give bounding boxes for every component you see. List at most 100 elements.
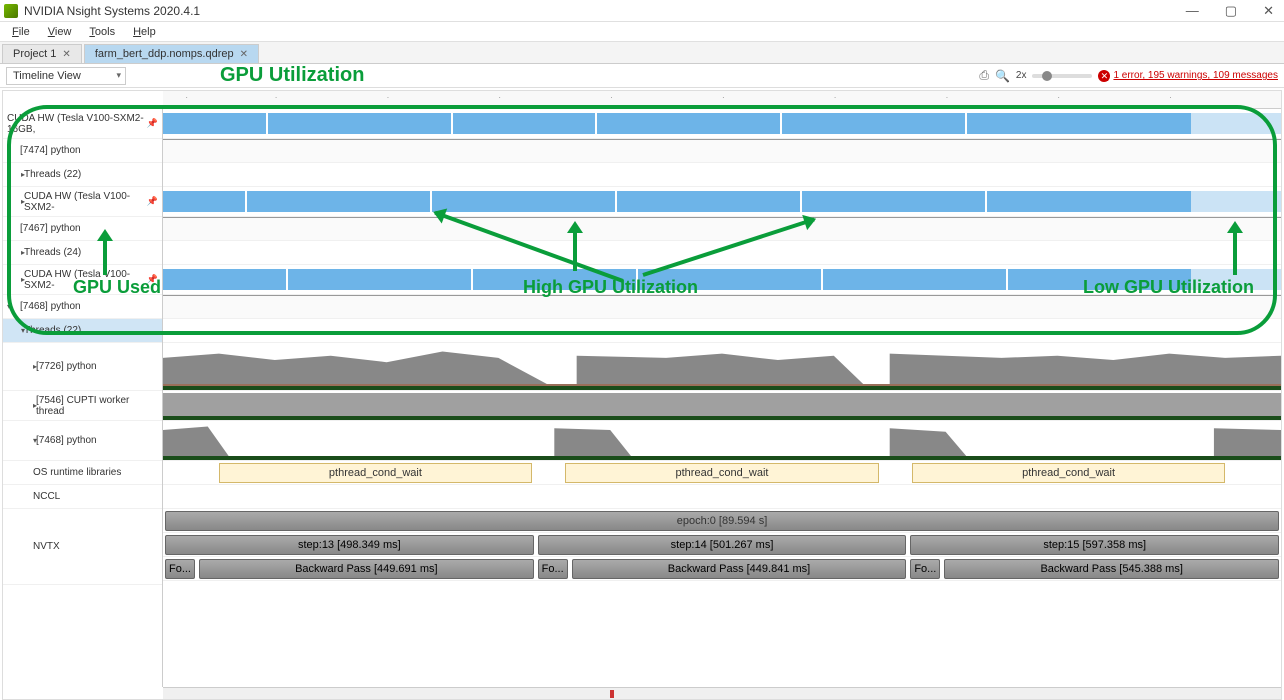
menu-tools[interactable]: Tools bbox=[81, 24, 123, 40]
row-cuda-hw-0[interactable]: CUDA HW (Tesla V100-SXM2-16GB,📌 bbox=[3, 109, 162, 139]
track-band bbox=[163, 386, 1281, 390]
nvidia-logo-icon bbox=[4, 4, 18, 18]
row-cuda-hw-2[interactable]: ▸CUDA HW (Tesla V100-SXM2-📌 bbox=[3, 265, 162, 295]
chevron-down-icon: ▾ bbox=[7, 436, 33, 445]
row-threads-24[interactable]: ▸Threads (24) bbox=[3, 241, 162, 265]
menu-help[interactable]: Help bbox=[125, 24, 164, 40]
gpu-utilization-band bbox=[163, 269, 1191, 290]
row-threads-22b[interactable]: ▾Threads (22) bbox=[3, 319, 162, 343]
zoom-label: 2x bbox=[1016, 70, 1027, 81]
row-threads-22[interactable]: ▸Threads (22) bbox=[3, 163, 162, 187]
window-controls: — ▢ ✕ bbox=[1180, 3, 1280, 19]
gpu-low-band bbox=[1191, 191, 1281, 212]
track-cuda-hw-2[interactable] bbox=[163, 265, 1281, 295]
chevron-right-icon: ▸ bbox=[7, 170, 21, 179]
track-nvtx-epoch[interactable]: epoch:0 [89.594 s] bbox=[163, 509, 1281, 533]
pin-icon[interactable]: 📌 bbox=[147, 196, 158, 207]
row-proc-7726[interactable]: ▸[7726] python bbox=[3, 343, 162, 391]
row-os-runtime[interactable]: OS runtime libraries bbox=[3, 461, 162, 485]
pthread-block[interactable]: pthread_cond_wait bbox=[219, 463, 532, 483]
track-os-runtime[interactable]: pthread_cond_wait pthread_cond_wait pthr… bbox=[163, 461, 1281, 485]
chevron-right-icon: ▸ bbox=[7, 248, 21, 257]
annotation-arrow bbox=[103, 239, 107, 275]
menu-file[interactable]: File bbox=[4, 24, 38, 40]
chevron-right-icon: ▸ bbox=[7, 275, 21, 284]
row-proc-7468b[interactable]: ▾[7468] python bbox=[3, 421, 162, 461]
track-nvtx-pass[interactable]: Fo... Backward Pass [449.691 ms] Fo... B… bbox=[163, 557, 1281, 581]
track-band bbox=[163, 416, 1281, 420]
tab-project[interactable]: Project 1 ✕ bbox=[2, 44, 82, 63]
track-proc-7468b[interactable] bbox=[163, 421, 1281, 461]
horizontal-scrollbar[interactable] bbox=[163, 687, 1281, 699]
track-proc-7474[interactable] bbox=[163, 139, 1281, 163]
track-proc-7726[interactable] bbox=[163, 343, 1281, 391]
chevron-down-icon: ▾ bbox=[7, 224, 17, 233]
row-cuda-hw-1[interactable]: ▸CUDA HW (Tesla V100-SXM2-📌 bbox=[3, 187, 162, 217]
chevron-right-icon: ▸ bbox=[7, 362, 33, 371]
title-bar: NVIDIA Nsight Systems 2020.4.1 — ▢ ✕ bbox=[0, 0, 1284, 22]
nvtx-fwd-block[interactable]: Fo... bbox=[165, 559, 195, 579]
window-title: NVIDIA Nsight Systems 2020.4.1 bbox=[24, 4, 1180, 18]
pthread-block[interactable]: pthread_cond_wait bbox=[565, 463, 878, 483]
nvtx-step-block[interactable]: step:15 [597.358 ms] bbox=[910, 535, 1279, 555]
menu-view[interactable]: View bbox=[40, 24, 80, 40]
track-threads-24[interactable] bbox=[163, 241, 1281, 265]
row-labels: CUDA HW (Tesla V100-SXM2-16GB,📌 ▾[7474] … bbox=[3, 109, 163, 687]
chevron-down-icon: ▾ bbox=[7, 146, 17, 155]
chevron-down-icon: ▾ bbox=[7, 326, 21, 335]
close-icon[interactable]: ✕ bbox=[62, 49, 70, 60]
errors-link[interactable]: ✕ 1 error, 195 warnings, 109 messages bbox=[1098, 70, 1278, 82]
gpu-utilization-band bbox=[163, 113, 1191, 134]
tab-strip: Project 1 ✕ farm_bert_ddp.nomps.qdrep ✕ bbox=[0, 42, 1284, 64]
gpu-low-band bbox=[1191, 113, 1281, 134]
timeline-view: ·· ·· ·· ·· ·· CUDA HW (Tesla V100-SXM2-… bbox=[2, 90, 1282, 700]
nvtx-bwd-block[interactable]: Backward Pass [449.841 ms] bbox=[572, 559, 907, 579]
zoom-slider[interactable] bbox=[1032, 74, 1092, 78]
track-proc-7468[interactable] bbox=[163, 295, 1281, 319]
row-proc-7467[interactable]: ▾[7467] python bbox=[3, 217, 162, 241]
nvtx-fwd-block[interactable]: Fo... bbox=[538, 559, 568, 579]
search-icon[interactable]: 🔍 bbox=[995, 69, 1010, 83]
nvtx-step-block[interactable]: step:14 [501.267 ms] bbox=[538, 535, 907, 555]
track-cupti[interactable] bbox=[163, 391, 1281, 421]
pin-icon[interactable]: 📌 bbox=[147, 274, 158, 285]
playhead-icon[interactable] bbox=[610, 690, 614, 698]
cpu-graph bbox=[163, 423, 1281, 458]
nvtx-step-block[interactable]: step:13 [498.349 ms] bbox=[165, 535, 534, 555]
pin-icon[interactable]: 📌 bbox=[147, 118, 158, 129]
track-band bbox=[163, 456, 1281, 460]
chevron-down-icon: ▾ bbox=[7, 302, 17, 311]
track-cuda-hw-0[interactable] bbox=[163, 109, 1281, 139]
camera-icon[interactable]: ⎙ bbox=[979, 68, 989, 83]
track-nvtx-steps[interactable]: step:13 [498.349 ms] step:14 [501.267 ms… bbox=[163, 533, 1281, 557]
track-cuda-hw-1[interactable] bbox=[163, 187, 1281, 217]
nvtx-fwd-block[interactable]: Fo... bbox=[910, 559, 940, 579]
row-nvtx[interactable]: NVTX bbox=[3, 509, 162, 585]
timeline-tracks[interactable]: pthread_cond_wait pthread_cond_wait pthr… bbox=[163, 109, 1281, 687]
minimize-button[interactable]: — bbox=[1180, 3, 1205, 19]
toolbar: Timeline View GPU Utilization ⎙ 🔍 2x ✕ 1… bbox=[0, 64, 1284, 88]
track-threads-22[interactable] bbox=[163, 163, 1281, 187]
maximize-button[interactable]: ▢ bbox=[1219, 3, 1243, 19]
nvtx-bwd-block[interactable]: Backward Pass [449.691 ms] bbox=[199, 559, 534, 579]
annotation-arrow bbox=[573, 231, 577, 271]
row-proc-7474[interactable]: ▾[7474] python bbox=[3, 139, 162, 163]
error-icon: ✕ bbox=[1098, 70, 1110, 82]
cpu-band bbox=[163, 393, 1281, 418]
track-threads-22b[interactable] bbox=[163, 319, 1281, 343]
row-cupti[interactable]: ▸[7546] CUPTI worker thread bbox=[3, 391, 162, 421]
menu-bar: File View Tools Help bbox=[0, 22, 1284, 42]
pthread-block[interactable]: pthread_cond_wait bbox=[912, 463, 1225, 483]
view-dropdown[interactable]: Timeline View bbox=[6, 67, 126, 85]
close-button[interactable]: ✕ bbox=[1257, 3, 1280, 19]
nvtx-epoch-block[interactable]: epoch:0 [89.594 s] bbox=[165, 511, 1279, 531]
tab-report[interactable]: farm_bert_ddp.nomps.qdrep ✕ bbox=[84, 44, 259, 63]
cpu-graph bbox=[163, 345, 1281, 388]
close-icon[interactable]: ✕ bbox=[240, 49, 248, 60]
row-proc-7468[interactable]: ▾[7468] python bbox=[3, 295, 162, 319]
track-nccl[interactable] bbox=[163, 485, 1281, 509]
row-nccl[interactable]: NCCL bbox=[3, 485, 162, 509]
time-ruler[interactable]: ·· ·· ·· ·· ·· bbox=[163, 91, 1281, 109]
nvtx-bwd-block[interactable]: Backward Pass [545.388 ms] bbox=[944, 559, 1279, 579]
track-proc-7467[interactable] bbox=[163, 217, 1281, 241]
